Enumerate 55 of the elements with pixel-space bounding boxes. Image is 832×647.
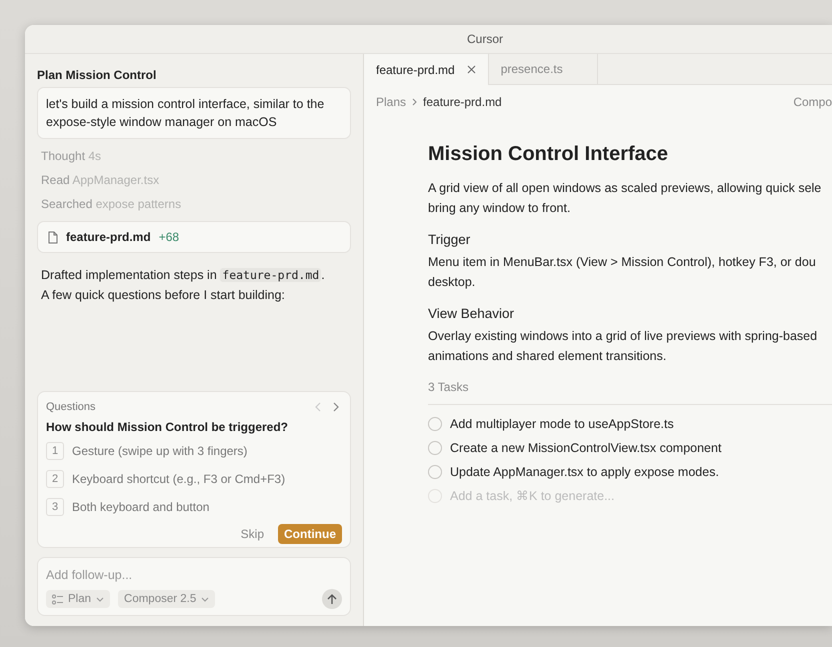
task-text: Update AppManager.tsx to apply expose modes.	[450, 465, 719, 479]
option-text: Gesture (swipe up with 3 fingers)	[72, 444, 248, 458]
toolbar-label[interactable]: Compo	[793, 95, 832, 109]
chevron-down-icon	[201, 596, 210, 602]
file-icon	[48, 230, 58, 244]
task-text: Create a new MissionControlView.tsx component	[450, 441, 722, 455]
file-tab[interactable]: feature-prd.md	[364, 54, 489, 85]
document-title: Mission Control Interface	[428, 143, 670, 166]
section-heading: View Behavior	[428, 306, 516, 321]
activity-step: Thought 4s	[41, 149, 102, 164]
assistant-message: Drafted implementation steps in feature-prd.md . A few quick questions before I start building:	[41, 267, 326, 304]
breadcrumb-item[interactable]: feature-prd.md	[423, 95, 502, 109]
chevron-right-icon	[333, 402, 339, 412]
task-checkbox[interactable]	[428, 441, 442, 455]
paragraph: A grid view of all open windows as scaled previews, allowing quick sele bring any window to front.	[428, 180, 822, 217]
chat-title: Plan Mission Control	[37, 68, 158, 82]
option-number: 2	[46, 470, 64, 488]
task-checkbox[interactable]	[428, 417, 442, 431]
option-number: 1	[46, 442, 64, 460]
model-dropdown[interactable]: Composer 2.5	[118, 590, 216, 608]
chevron-right-icon	[412, 98, 418, 106]
close-icon	[466, 65, 476, 74]
new-task-field[interactable]: Add a task, ⌘K to generate...	[428, 489, 748, 503]
prompt-message: let's build a mission control interface, similar to the expose-style window manager on macOS	[37, 87, 351, 139]
file-tab[interactable]: presence.ts	[488, 54, 598, 84]
paragraph: Menu item in MenuBar.tsx (View > Mission Control), hotkey F3, or dou desktop.	[428, 254, 817, 291]
follow-up-field[interactable]: Add follow-up... Plan Composer 2.5	[37, 557, 351, 616]
tasks-label: 3 Tasks	[428, 380, 470, 394]
file-card[interactable]: feature-prd.md +68	[37, 221, 351, 253]
breadcrumb-item[interactable]: Plans	[376, 95, 406, 109]
activity-step: Read AppManager.tsx	[41, 173, 160, 188]
mode-dropdown[interactable]: Plan	[46, 590, 110, 608]
paragraph: Overlay existing windows into a grid of live previews with spring-based animations and shared element transitions.	[428, 328, 818, 365]
section-heading: Trigger	[428, 232, 472, 247]
question-text: How should Mission Control be triggered?	[46, 420, 289, 434]
chevron-left-icon	[315, 402, 321, 412]
file-name: feature-prd.md	[66, 230, 151, 244]
send-button[interactable]	[322, 589, 342, 609]
task-checkbox[interactable]	[428, 465, 442, 479]
task-text: Add multiplayer mode to useAppStore.ts	[450, 417, 674, 431]
answer-option[interactable]: 1 Gesture (swipe up with 3 fingers)	[46, 442, 342, 460]
answer-option[interactable]: 2 Keyboard shortcut (e.g., F3 or Cmd+F3)	[46, 470, 342, 488]
window-title: Cursor	[466, 32, 503, 46]
list-icon	[52, 594, 63, 604]
option-number: 3	[46, 498, 64, 516]
diff-count: +68	[158, 230, 180, 244]
activity-step: Searched expose patterns	[41, 197, 182, 212]
option-text: Both keyboard and button	[72, 500, 210, 514]
continue-button[interactable]: Continue	[278, 524, 342, 544]
arrow-up-icon	[327, 594, 337, 604]
answer-option[interactable]: 3 Both keyboard and button	[46, 498, 342, 516]
questions-label: Questions	[46, 401, 96, 413]
skip-button[interactable]: Skip	[234, 524, 270, 544]
chevron-down-icon	[96, 596, 104, 602]
option-text: Keyboard shortcut (e.g., F3 or Cmd+F3)	[72, 472, 286, 486]
